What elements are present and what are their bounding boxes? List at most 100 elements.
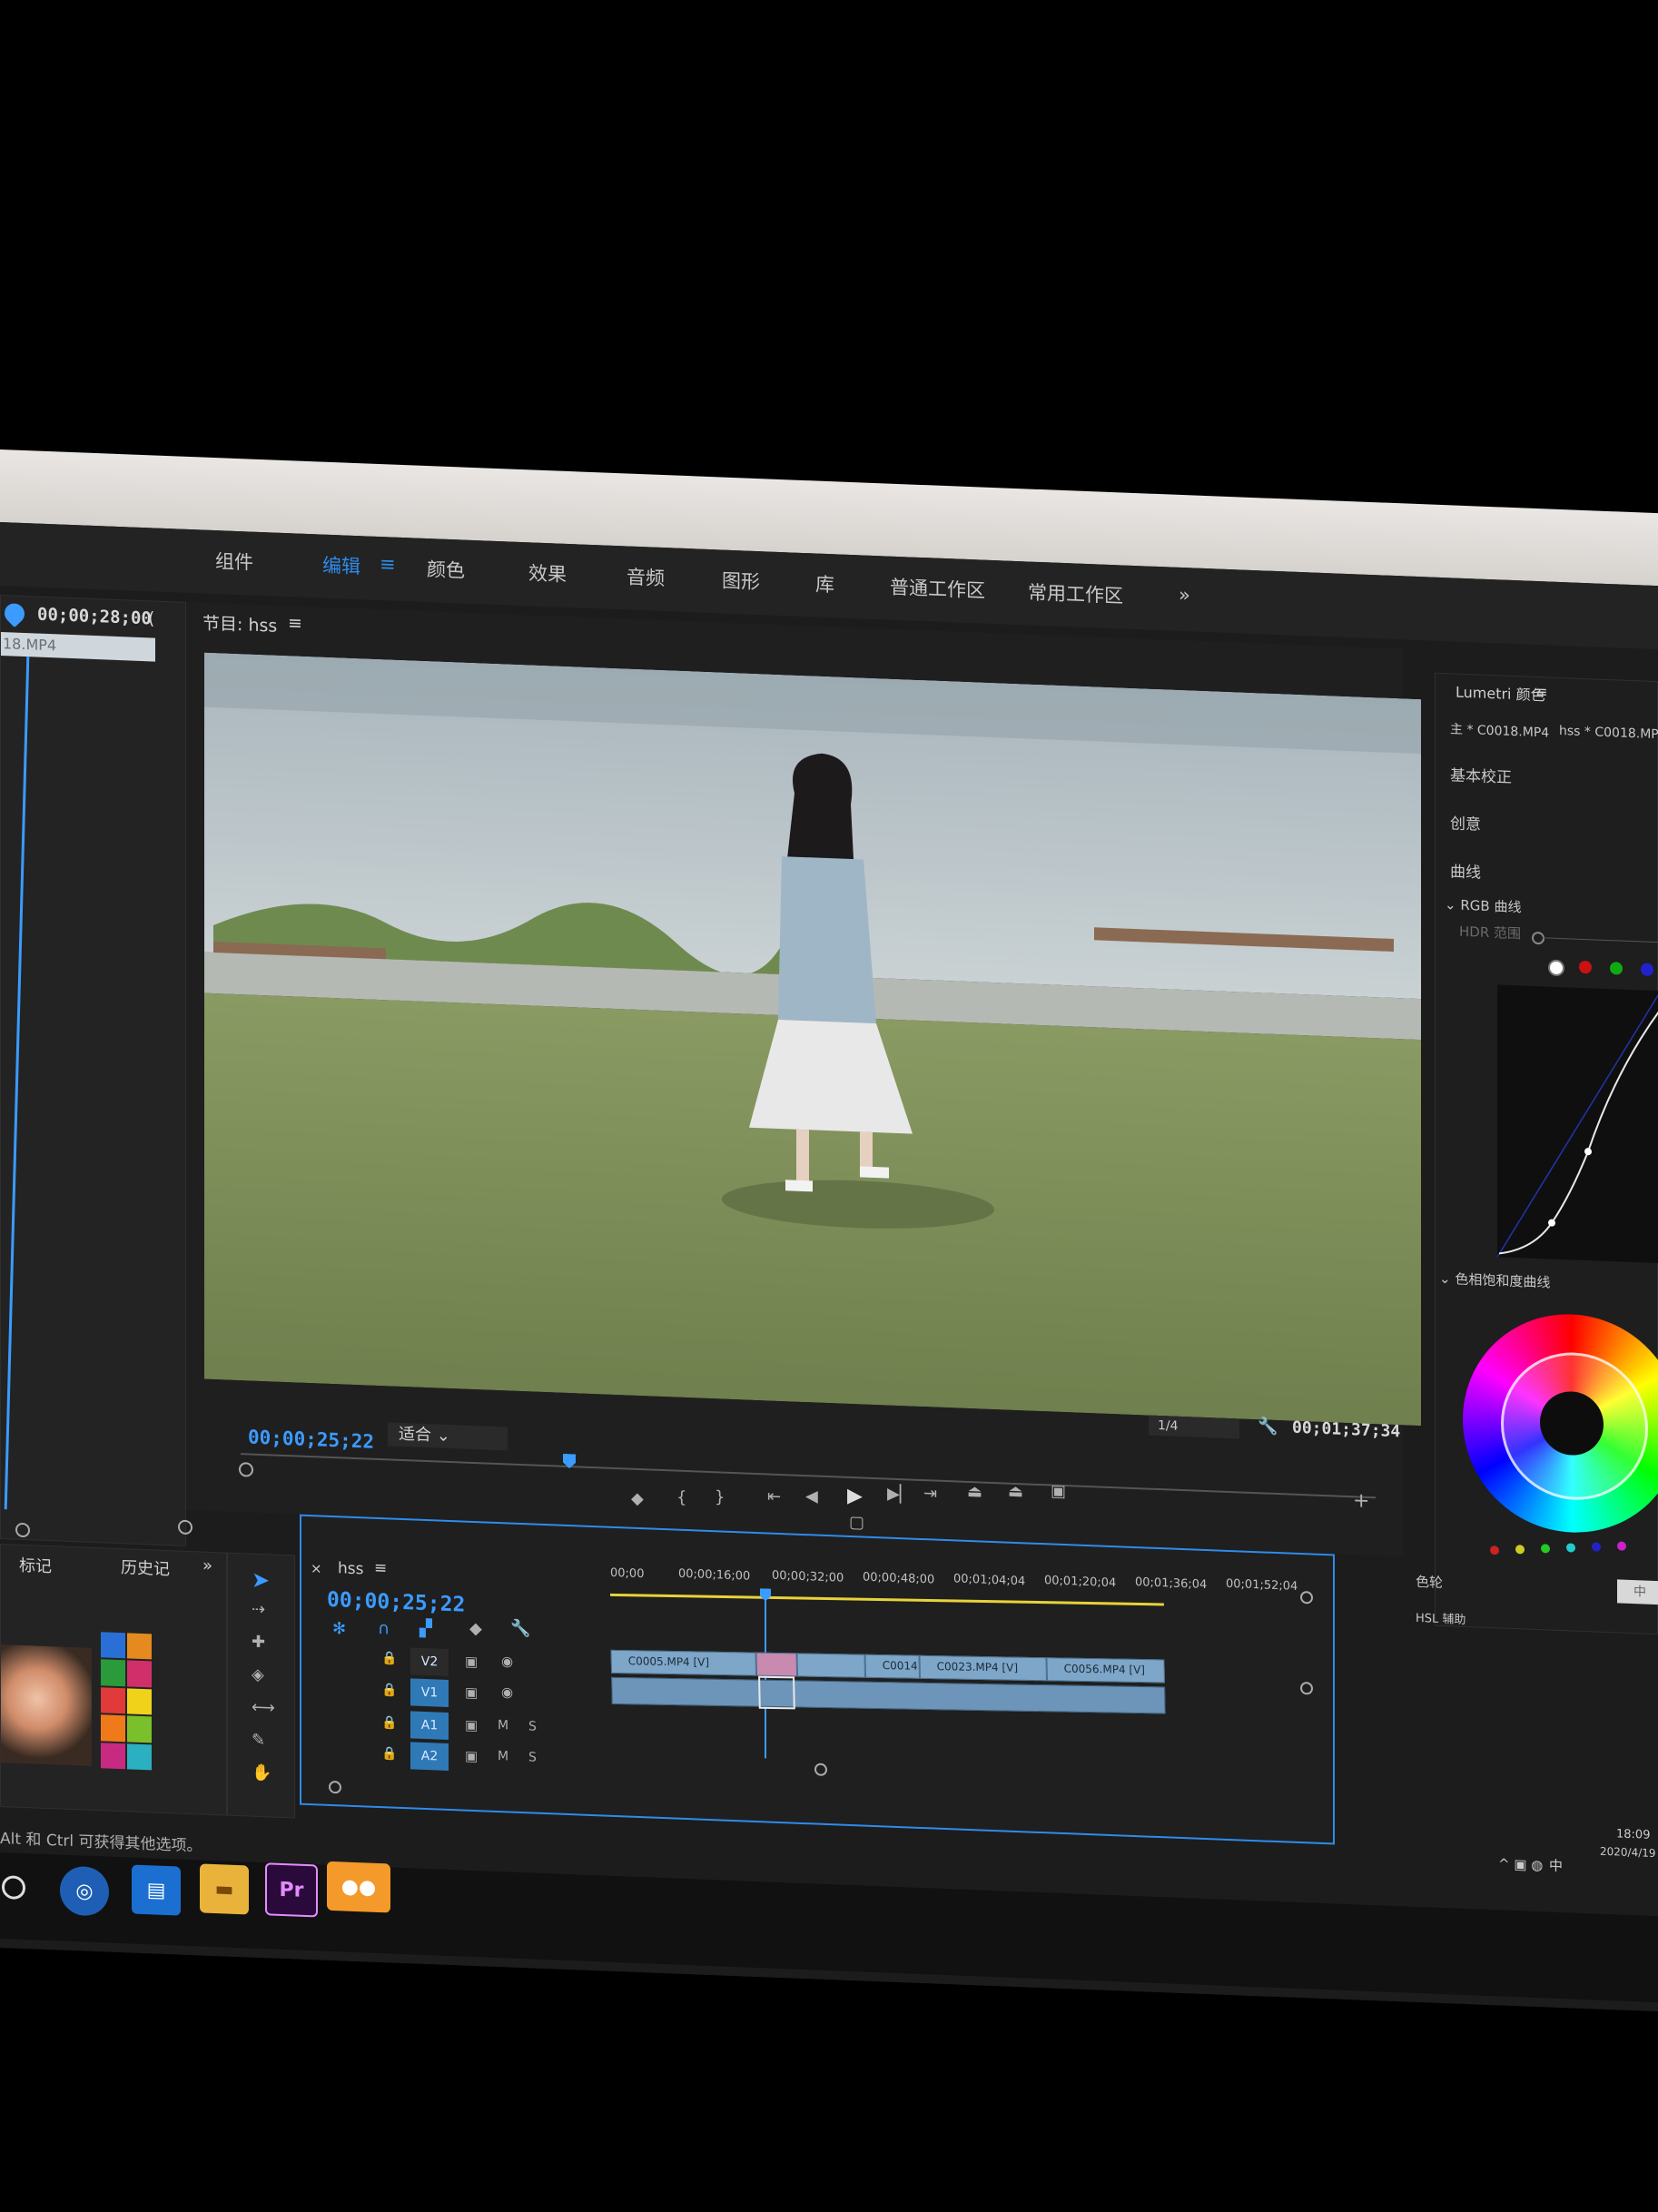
- source-zoom-handle-right[interactable]: [178, 1519, 192, 1536]
- extract-icon[interactable]: ⏏: [1008, 1482, 1023, 1502]
- timeline-marker-icon[interactable]: ◆: [469, 1619, 482, 1639]
- timeline-zoom-handle[interactable]: [329, 1780, 341, 1794]
- clip-c0005[interactable]: C0005.MP4 [V]: [610, 1649, 757, 1676]
- timeline-vscroll-bottom[interactable]: [1300, 1682, 1313, 1695]
- workspace-tab-audio[interactable]: 音频: [627, 563, 665, 592]
- timeline-vscroll-top[interactable]: [1300, 1591, 1313, 1605]
- selection-tool-icon[interactable]: ➤: [252, 1567, 270, 1594]
- track-v1-label[interactable]: V1: [410, 1678, 449, 1707]
- workspace-menu-icon[interactable]: ≡: [380, 553, 396, 576]
- wrench-icon[interactable]: 🔧: [1258, 1417, 1278, 1437]
- curve-channel-white[interactable]: [1548, 959, 1564, 977]
- step-forward-icon[interactable]: ▶▏: [887, 1485, 913, 1505]
- workspace-more-icon[interactable]: »: [1179, 584, 1190, 606]
- track-lock-icon[interactable]: 🔒: [381, 1651, 397, 1666]
- track-a1-label[interactable]: A1: [410, 1711, 449, 1740]
- selected-transition[interactable]: [758, 1675, 795, 1710]
- add-marker-timeline-icon[interactable]: ▞: [419, 1619, 432, 1639]
- track-a2-mute-button[interactable]: M: [498, 1749, 508, 1763]
- track-a2-solo-button[interactable]: S: [528, 1750, 537, 1764]
- track-a2-label[interactable]: A2: [410, 1742, 449, 1771]
- ripple-edit-tool-icon[interactable]: ✚: [252, 1633, 265, 1653]
- app-icon-store[interactable]: ▤: [132, 1864, 181, 1916]
- track-v2-eye-icon[interactable]: ◉: [501, 1653, 513, 1670]
- step-back-icon[interactable]: ◀: [805, 1486, 818, 1506]
- track-lock-icon[interactable]: 🔒: [381, 1715, 397, 1731]
- linked-selection-icon[interactable]: ∩: [378, 1619, 390, 1639]
- hue-swatch-red[interactable]: [1490, 1545, 1499, 1555]
- workspace-tab-common[interactable]: 常用工作区: [1028, 578, 1123, 608]
- app-icon-blue[interactable]: ◎: [60, 1865, 109, 1917]
- hue-swatch-magenta[interactable]: [1617, 1541, 1626, 1551]
- timeline-sequence-name[interactable]: hss: [338, 1559, 364, 1578]
- program-monitor-title[interactable]: 节目: hss: [202, 610, 277, 637]
- slip-tool-icon[interactable]: ⟷: [252, 1698, 275, 1718]
- tab-history[interactable]: 历史记: [121, 1555, 170, 1580]
- source-timecode[interactable]: 00;00;28;00: [37, 605, 152, 629]
- hue-swatch-green[interactable]: [1541, 1544, 1550, 1554]
- track-v1-eye-icon[interactable]: ◉: [501, 1684, 513, 1701]
- track-v1-sync-icon[interactable]: ▣: [465, 1684, 478, 1702]
- tab-markers[interactable]: 标记: [19, 1553, 52, 1577]
- curve-channel-red[interactable]: [1579, 960, 1592, 974]
- lumetri-menu-icon[interactable]: ≡: [1535, 683, 1547, 701]
- program-video-frame[interactable]: [204, 652, 1421, 1427]
- timeline-close-icon[interactable]: ×: [311, 1560, 322, 1576]
- color-wheel-section[interactable]: 色轮: [1416, 1572, 1443, 1592]
- hue-swatch-yellow[interactable]: [1515, 1545, 1525, 1555]
- timeline-hscroll-handle[interactable]: [814, 1763, 827, 1776]
- add-marker-icon[interactable]: ◆: [631, 1489, 644, 1509]
- hue-color-wheel[interactable]: [1463, 1309, 1658, 1537]
- clip-c0056[interactable]: C0056.MP4 [V]: [1046, 1657, 1165, 1684]
- snap-icon[interactable]: ✻: [332, 1619, 346, 1639]
- mark-in-icon[interactable]: {: [676, 1488, 686, 1507]
- curve-channel-blue[interactable]: [1641, 963, 1653, 976]
- curve-channel-green[interactable]: [1610, 962, 1623, 975]
- hsl-secondary-section[interactable]: HSL 辅助: [1416, 1608, 1466, 1627]
- timeline-ruler[interactable]: 00;00 00;00;16;00 00;00;32;00 00;00;48;0…: [610, 1555, 1318, 1619]
- lumetri-sequence-clip[interactable]: hss * C0018.MP4: [1559, 724, 1658, 743]
- pen-tool-icon[interactable]: ✎: [252, 1731, 265, 1751]
- lumetri-creative[interactable]: 创意: [1450, 810, 1481, 834]
- hand-tool-icon[interactable]: ✋: [252, 1763, 271, 1783]
- media-thumbnail-colorchart[interactable]: [101, 1632, 152, 1771]
- workspace-tab-components[interactable]: 组件: [215, 547, 253, 576]
- program-menu-icon[interactable]: ≡: [288, 613, 302, 634]
- add-button-icon[interactable]: +: [1353, 1489, 1369, 1513]
- mark-out-icon[interactable]: }: [715, 1487, 725, 1506]
- lumetri-title[interactable]: Lumetri 颜色: [1456, 680, 1545, 706]
- hue-sat-curves-header[interactable]: ⌄ 色相饱和度曲线: [1439, 1269, 1550, 1292]
- hue-swatch-cyan[interactable]: [1566, 1543, 1575, 1553]
- track-lock-icon[interactable]: 🔒: [381, 1683, 397, 1698]
- ime-partial-button[interactable]: 中: [1617, 1579, 1658, 1606]
- timeline-current-timecode[interactable]: 00;00;25;22: [327, 1588, 465, 1617]
- go-to-out-icon[interactable]: ⇥: [923, 1484, 937, 1504]
- lumetri-basic-correction[interactable]: 基本校正: [1450, 762, 1512, 787]
- workspace-tab-libraries[interactable]: 库: [815, 569, 834, 597]
- media-thumbnail-portrait[interactable]: [1, 1644, 92, 1766]
- marker-icon[interactable]: [0, 599, 29, 628]
- track-v2-label[interactable]: V2: [410, 1647, 449, 1676]
- hue-swatch-blue[interactable]: [1592, 1542, 1601, 1552]
- razor-tool-icon[interactable]: ◈: [252, 1665, 264, 1685]
- safe-margins-icon[interactable]: ▢: [849, 1513, 864, 1533]
- track-a1-mute-button[interactable]: M: [498, 1718, 508, 1733]
- clip-c0014[interactable]: C0014.M: [864, 1654, 921, 1679]
- lumetri-master-clip[interactable]: 主 * C0018.MP4: [1450, 719, 1549, 741]
- track-a2-sync-icon[interactable]: ▣: [465, 1748, 478, 1765]
- workspace-tab-color[interactable]: 颜色: [427, 555, 465, 584]
- clip-pink[interactable]: [755, 1652, 798, 1677]
- play-icon[interactable]: ▶: [847, 1485, 863, 1508]
- workspace-tab-effects[interactable]: 效果: [528, 558, 567, 588]
- rgb-curve-graph[interactable]: [1497, 984, 1658, 1264]
- track-a1-sync-icon[interactable]: ▣: [465, 1717, 478, 1734]
- workspace-tab-normal[interactable]: 普通工作区: [890, 573, 985, 604]
- premiere-pro-icon[interactable]: Pr: [265, 1862, 318, 1918]
- program-current-timecode[interactable]: 00;00;25;22: [248, 1426, 374, 1452]
- resolution-dropdown[interactable]: 1/4: [1149, 1415, 1239, 1439]
- go-to-in-icon[interactable]: ⇤: [767, 1486, 781, 1506]
- track-v2-sync-icon[interactable]: ▣: [465, 1654, 478, 1671]
- timeline-menu-icon[interactable]: ≡: [374, 1559, 387, 1578]
- track-select-tool-icon[interactable]: ⇢: [252, 1600, 265, 1620]
- timeline-settings-icon[interactable]: 🔧: [510, 1619, 530, 1639]
